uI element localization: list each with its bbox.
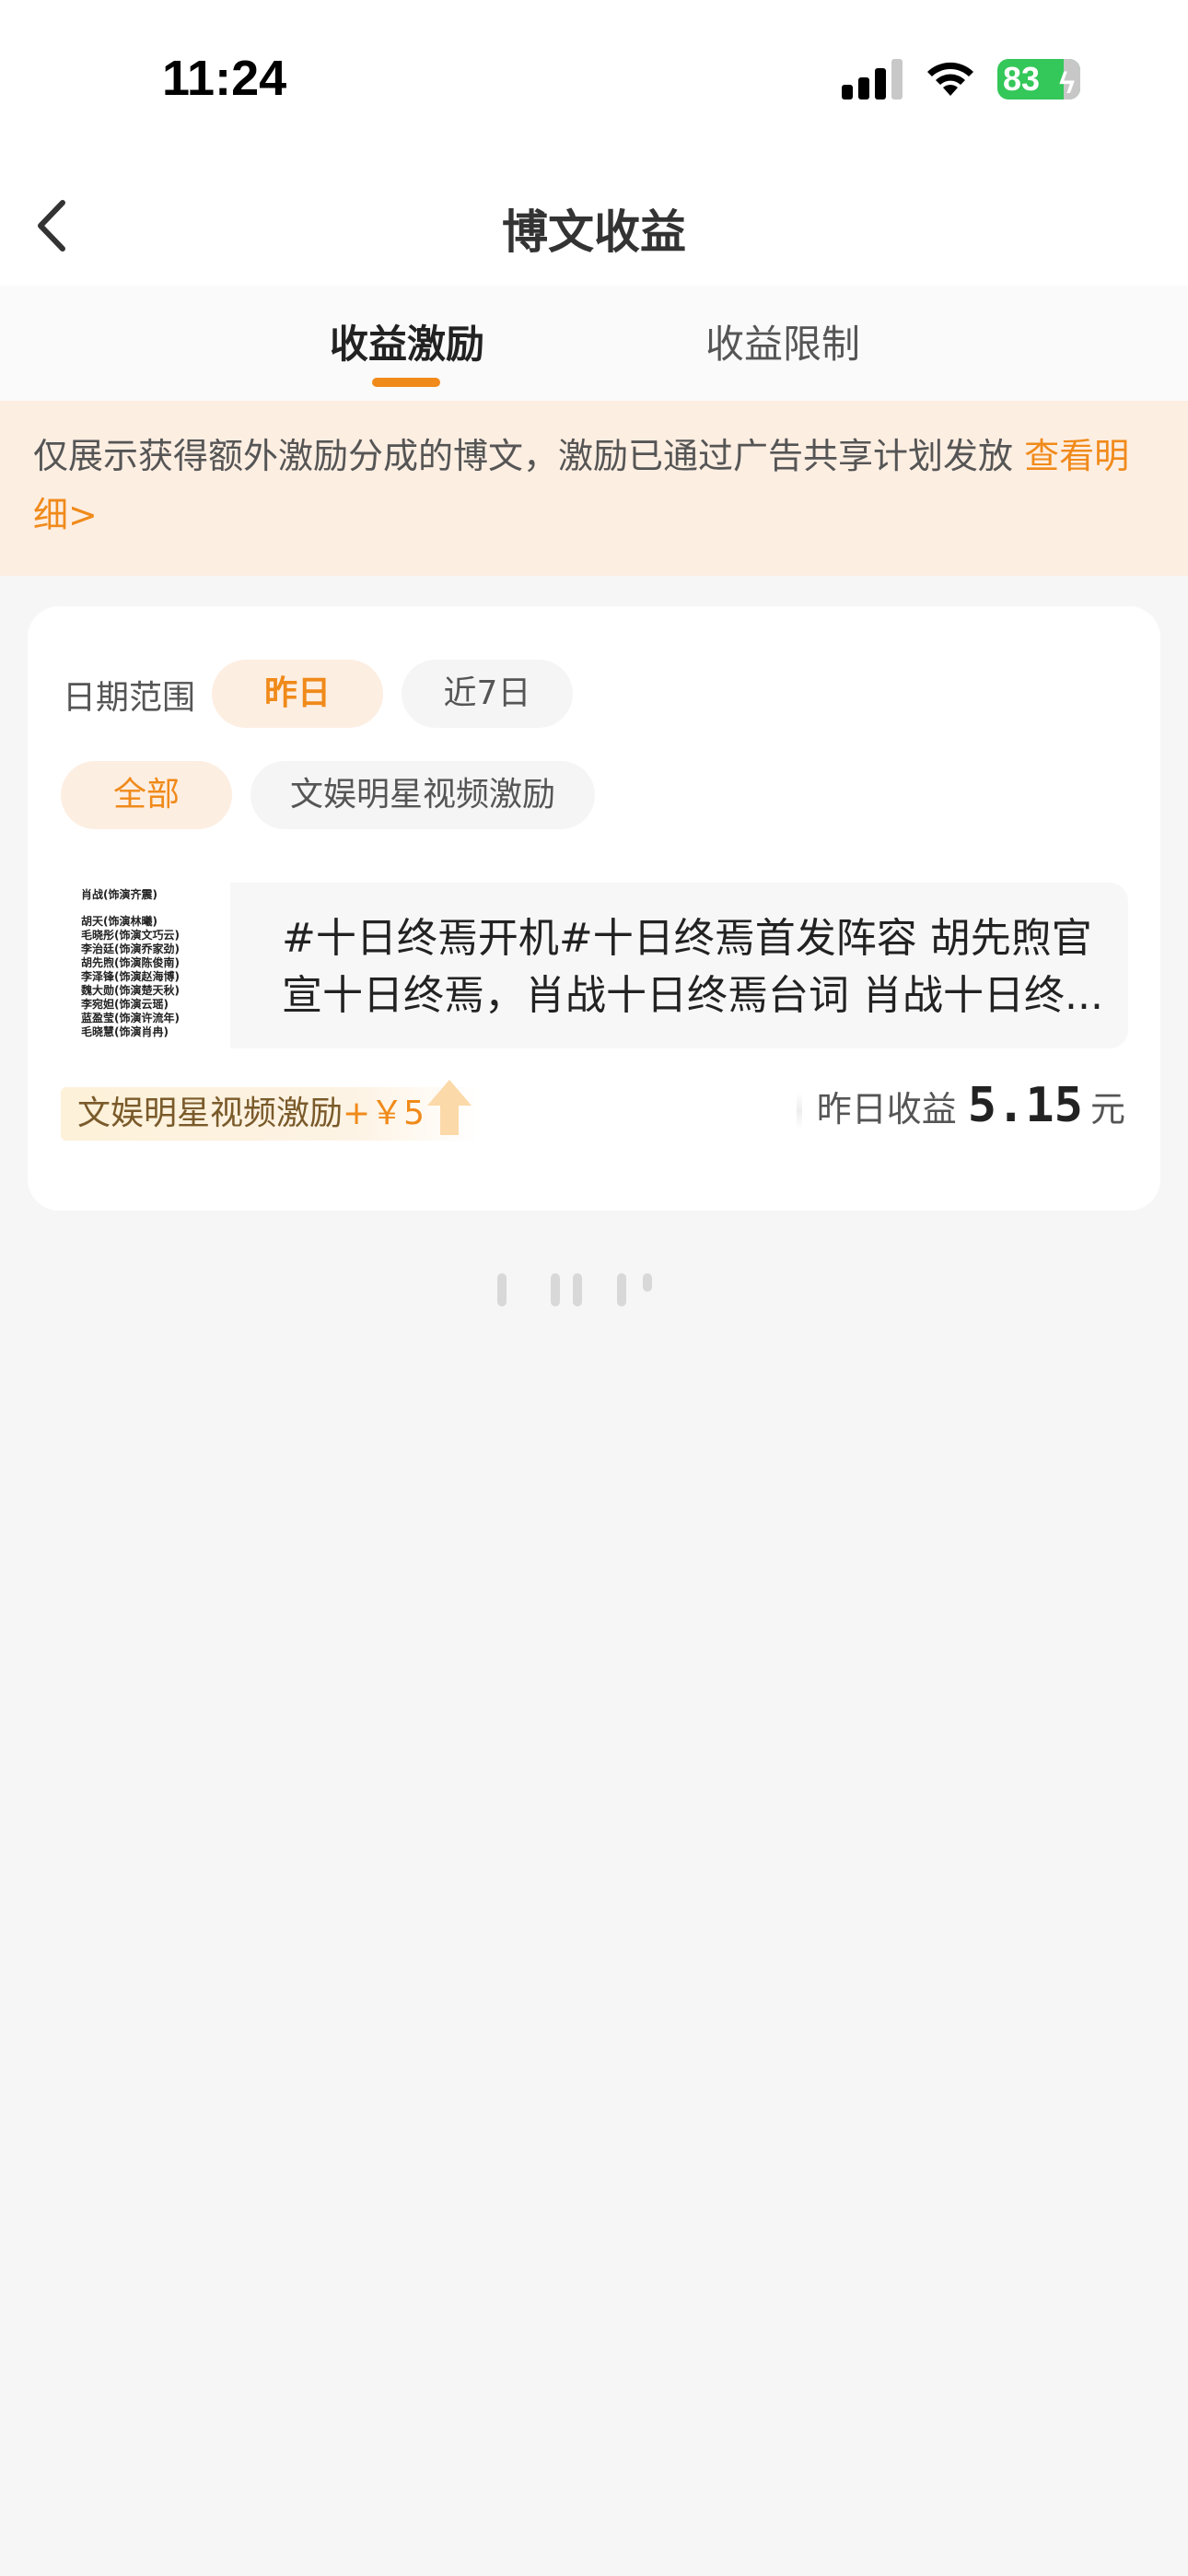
cellular-signal-icon <box>842 57 906 100</box>
battery-indicator: 83 ϟ <box>997 59 1080 100</box>
status-bar: 11:24 83 ϟ <box>0 0 1188 166</box>
charging-bolt-icon: ϟ <box>1059 66 1075 100</box>
earning-unit: 元 <box>1089 1089 1125 1130</box>
earning-value: 5.15 <box>967 1078 1083 1133</box>
type-option-all[interactable]: 全部 <box>61 761 232 829</box>
tab-earning-limits[interactable]: 收益限制 <box>705 313 860 369</box>
reward-label: 文娱明星视频激励 <box>77 1095 344 1132</box>
reward-amount: +￥5 <box>343 1095 425 1132</box>
date-option-yesterday[interactable]: 昨日 <box>212 660 383 728</box>
yesterday-earning: 昨日收益 5.15 元 <box>796 1078 1125 1142</box>
active-tab-indicator <box>372 378 440 387</box>
wifi-icon <box>927 62 973 96</box>
up-arrow-icon <box>427 1080 472 1135</box>
notice-text: 仅展示获得额外激励分成的博文，激励已通过广告共享计划发放 <box>33 436 1025 476</box>
tab-bar: 收益激励 收益限制 <box>0 286 1188 401</box>
status-time: 11:24 <box>162 51 287 106</box>
tab-earning-incentive[interactable]: 收益激励 <box>330 313 484 369</box>
date-option-7days[interactable]: 近7日 <box>402 660 573 728</box>
reward-tag: 文娱明星视频激励+￥5 <box>61 1087 481 1141</box>
post-item[interactable]: 肖战(饰演齐震) 胡天(饰演林曦) 毛晓彤(饰演文巧云) 李治廷(饰演乔家劲) … <box>64 883 1128 1048</box>
page: 11:24 83 ϟ 博文收益 收益激励 收益限制 仅展示获得额外激励分成的博文… <box>0 0 1188 2576</box>
post-text: #十日终焉开机#十日终焉首发阵容 胡先煦官宣十日终焉，肖战十日终焉台词 肖战十日… <box>282 915 1103 1019</box>
post-thumbnail: 肖战(饰演齐震) 胡天(饰演林曦) 毛晓彤(饰演文巧云) 李治廷(饰演乔家劲) … <box>64 883 230 1048</box>
earnings-card: 日期范围 昨日 近7日 全部 文娱明星视频激励 肖战(饰演齐震) 胡天(饰演林曦… <box>28 606 1160 1211</box>
nav-bar: 博文收益 <box>0 166 1188 286</box>
notice-banner: 仅展示获得额外激励分成的博文，激励已通过广告共享计划发放 查看明细> <box>0 401 1188 576</box>
battery-level: 83 <box>1003 60 1041 98</box>
page-title: 博文收益 <box>502 205 686 259</box>
loading-indicator <box>497 1273 681 1310</box>
date-range-label: 日期范围 <box>63 679 196 717</box>
type-option-entertainment[interactable]: 文娱明星视频激励 <box>250 761 595 829</box>
earning-label: 昨日收益 <box>816 1089 957 1130</box>
